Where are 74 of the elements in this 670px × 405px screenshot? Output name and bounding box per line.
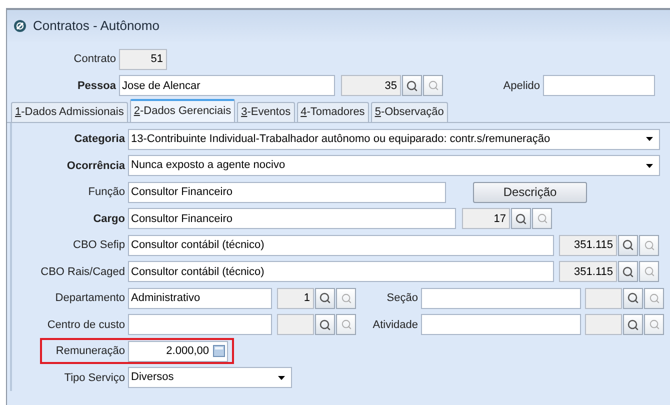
text-field[interactable] (421, 314, 581, 336)
search-button[interactable] (315, 314, 335, 336)
search-icon (627, 292, 639, 304)
field-label: Seção (386, 291, 418, 306)
text-field[interactable]: Consultor Financeiro (128, 182, 446, 203)
search-icon (428, 80, 438, 92)
field-label: Atividade (372, 318, 418, 332)
search-icon (648, 292, 660, 304)
dropdown[interactable]: Diversos (128, 367, 292, 388)
search-icon (340, 292, 352, 304)
logo-icon (13, 19, 27, 33)
code-field[interactable]: 351.115 (559, 234, 617, 256)
dropdown-arrow-icon (646, 137, 653, 142)
calculator-icon (213, 345, 225, 358)
search-button[interactable] (402, 75, 422, 96)
tab[interactable]: 3-Eventos (237, 102, 295, 122)
field-label: Centro de custo (47, 318, 125, 332)
code-field[interactable]: 1 (277, 288, 314, 309)
search-icon (622, 266, 634, 278)
field-label: Departamento (55, 291, 125, 306)
code-field[interactable] (585, 288, 622, 309)
tab[interactable]: 4-Tomadores (296, 102, 369, 122)
field-label: Tipo Serviço (64, 370, 125, 386)
field-label: CBO Rais/Caged (40, 264, 125, 280)
search-button[interactable] (623, 314, 643, 336)
tab[interactable]: 2-Dados Gerenciais (130, 99, 236, 122)
search-button[interactable] (511, 208, 531, 230)
dropdown-arrow-icon (646, 164, 653, 168)
search-icon (340, 319, 352, 330)
dropdown[interactable]: Nunca exposto a agente nocivo (128, 155, 660, 176)
search-icon (536, 213, 548, 224)
code-field[interactable]: 51 (119, 48, 167, 70)
field-label: Apelido (503, 78, 540, 94)
search-button[interactable] (623, 288, 643, 309)
field-label: Função (88, 185, 125, 200)
code-field[interactable]: 351.115 (559, 261, 617, 282)
text-field[interactable] (128, 314, 272, 336)
field-label: Pessoa (77, 78, 116, 94)
search-icon (644, 240, 654, 251)
text-field[interactable]: Jose de Alencar (119, 75, 335, 96)
search-icon (644, 266, 654, 278)
field-label: Remuneração (56, 344, 125, 359)
search-icon (515, 212, 527, 225)
dropdown-arrow-icon (278, 376, 285, 380)
window-title: Contratos - Autônomo (33, 17, 160, 36)
tab[interactable]: 5-Observação (370, 102, 448, 122)
search-icon (406, 80, 418, 92)
search-icon (622, 239, 634, 252)
search-button[interactable] (315, 288, 335, 309)
text-field[interactable]: Consultor contábil (técnico) (128, 261, 554, 282)
description-button[interactable]: Descrição (473, 182, 587, 203)
field-label: CBO Sefip (73, 238, 125, 253)
search-icon (319, 318, 331, 331)
code-field[interactable] (277, 314, 314, 336)
tab[interactable]: 1-Dados Admissionais (11, 102, 128, 122)
search-icon (627, 318, 639, 331)
code-field[interactable]: 17 (462, 208, 510, 230)
search-icon (319, 292, 331, 304)
amount-field[interactable]: 2.000,00 (128, 340, 228, 362)
code-field[interactable] (585, 314, 622, 336)
field-label: Cargo (93, 212, 125, 226)
text-field[interactable]: Consultor Financeiro (128, 208, 456, 230)
search-button[interactable] (618, 234, 638, 256)
field-label: Categoria (74, 132, 125, 147)
dropdown[interactable]: 13-Contribuinte Individual-Trabalhador autônomo ou equiparado: contr.s/remuneração (128, 128, 660, 150)
code-field[interactable]: 35 (341, 75, 401, 96)
search-icon (648, 319, 660, 330)
text-field[interactable]: Consultor contábil (técnico) (128, 234, 554, 256)
text-field[interactable]: Administrativo (128, 288, 272, 309)
text-field[interactable] (421, 288, 581, 309)
field-label: Ocorrência (66, 158, 125, 174)
field-label: Contrato (74, 52, 116, 67)
search-button[interactable] (618, 261, 638, 282)
text-field[interactable] (543, 75, 655, 96)
